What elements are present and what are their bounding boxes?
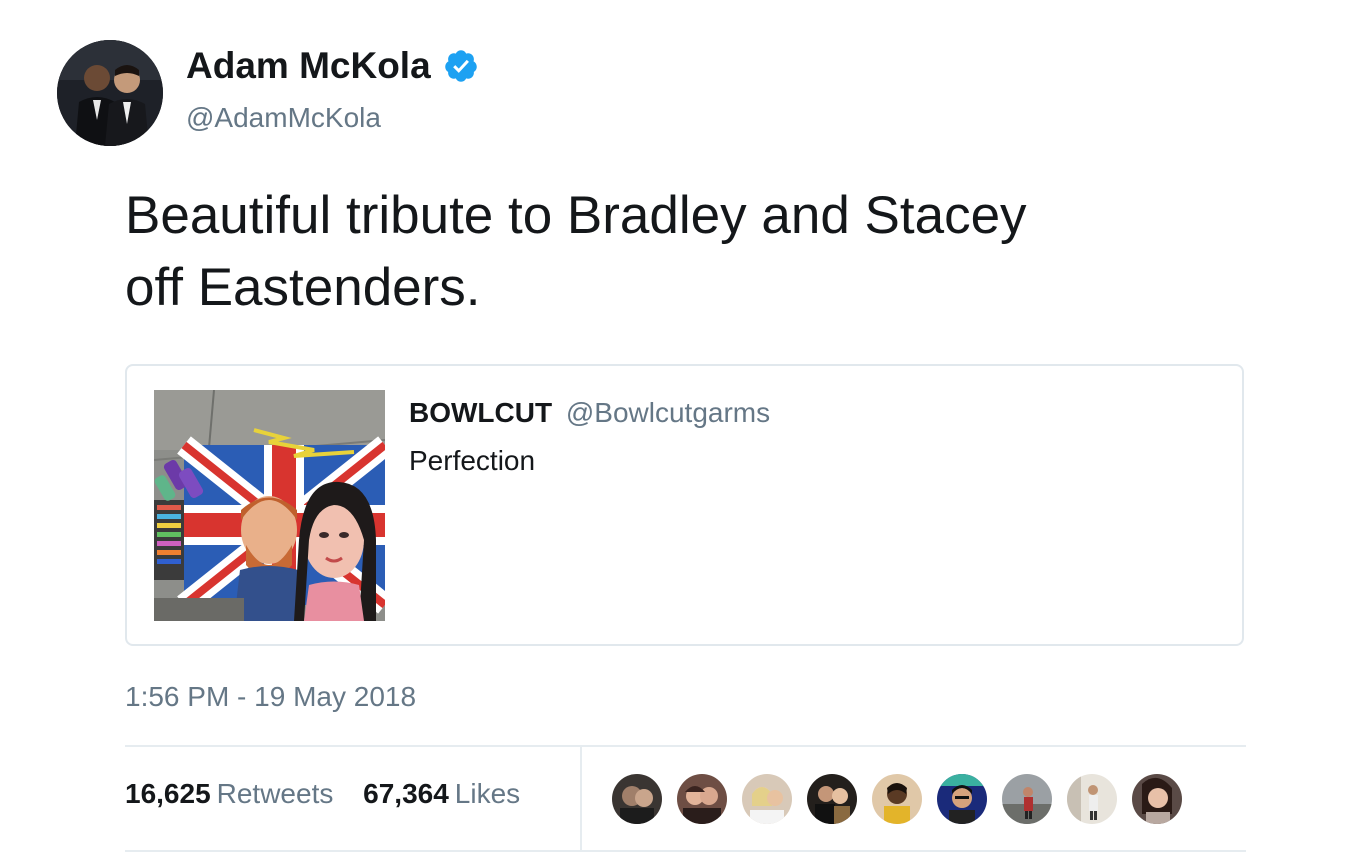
liker-avatar[interactable] [805, 772, 859, 826]
likes-label: Likes [454, 778, 521, 809]
liker-avatars [610, 772, 1184, 826]
likes-count: 67,364 [363, 778, 449, 809]
quoted-tweet-author[interactable]: BOWLCUT @Bowlcutgarms [409, 394, 770, 432]
tweet-text-line1: Beautiful tribute to Bradley and Stacey [125, 186, 1027, 245]
verified-badge-icon [443, 48, 479, 84]
tweet-stats: 16,625 Retweets 67,364 Likes [125, 775, 542, 813]
likes-stat[interactable]: 67,364 Likes [363, 775, 520, 813]
quoted-author-handle[interactable]: @Bowlcutgarms [566, 397, 770, 428]
avatar-photo [57, 40, 163, 146]
liker-avatar[interactable] [1000, 772, 1054, 826]
divider [125, 745, 1246, 747]
retweets-stat[interactable]: 16,625 Retweets [125, 775, 333, 813]
liker-avatar[interactable] [740, 772, 794, 826]
author-avatar[interactable] [57, 40, 163, 146]
author-display-name[interactable]: Adam McKola [186, 42, 431, 90]
author-handle[interactable]: @AdamMcKola [186, 100, 381, 136]
author-name[interactable]: Adam McKola [186, 42, 479, 90]
liker-avatar[interactable] [1065, 772, 1119, 826]
quoted-tweet-card[interactable]: BOWLCUT @Bowlcutgarms Perfection [125, 364, 1244, 646]
quoted-tweet-text: Perfection [409, 445, 536, 476]
retweets-label: Retweets [216, 778, 334, 809]
pavement-art-illustration [154, 390, 385, 621]
tweet-text: Beautiful tribute to Bradley and Stacey … [125, 180, 1245, 324]
quoted-tweet-image[interactable] [154, 390, 385, 621]
liker-avatar[interactable] [675, 772, 729, 826]
retweets-count: 16,625 [125, 778, 211, 809]
quoted-author-name[interactable]: BOWLCUT [409, 397, 552, 428]
liker-avatar[interactable] [1130, 772, 1184, 826]
liker-avatar[interactable] [610, 772, 664, 826]
divider [125, 850, 1246, 852]
liker-avatar[interactable] [935, 772, 989, 826]
stats-divider [580, 747, 582, 850]
tweet-text-line2: off Eastenders. [125, 258, 481, 317]
liker-avatar[interactable] [870, 772, 924, 826]
tweet-timestamp[interactable]: 1:56 PM - 19 May 2018 [125, 678, 416, 716]
